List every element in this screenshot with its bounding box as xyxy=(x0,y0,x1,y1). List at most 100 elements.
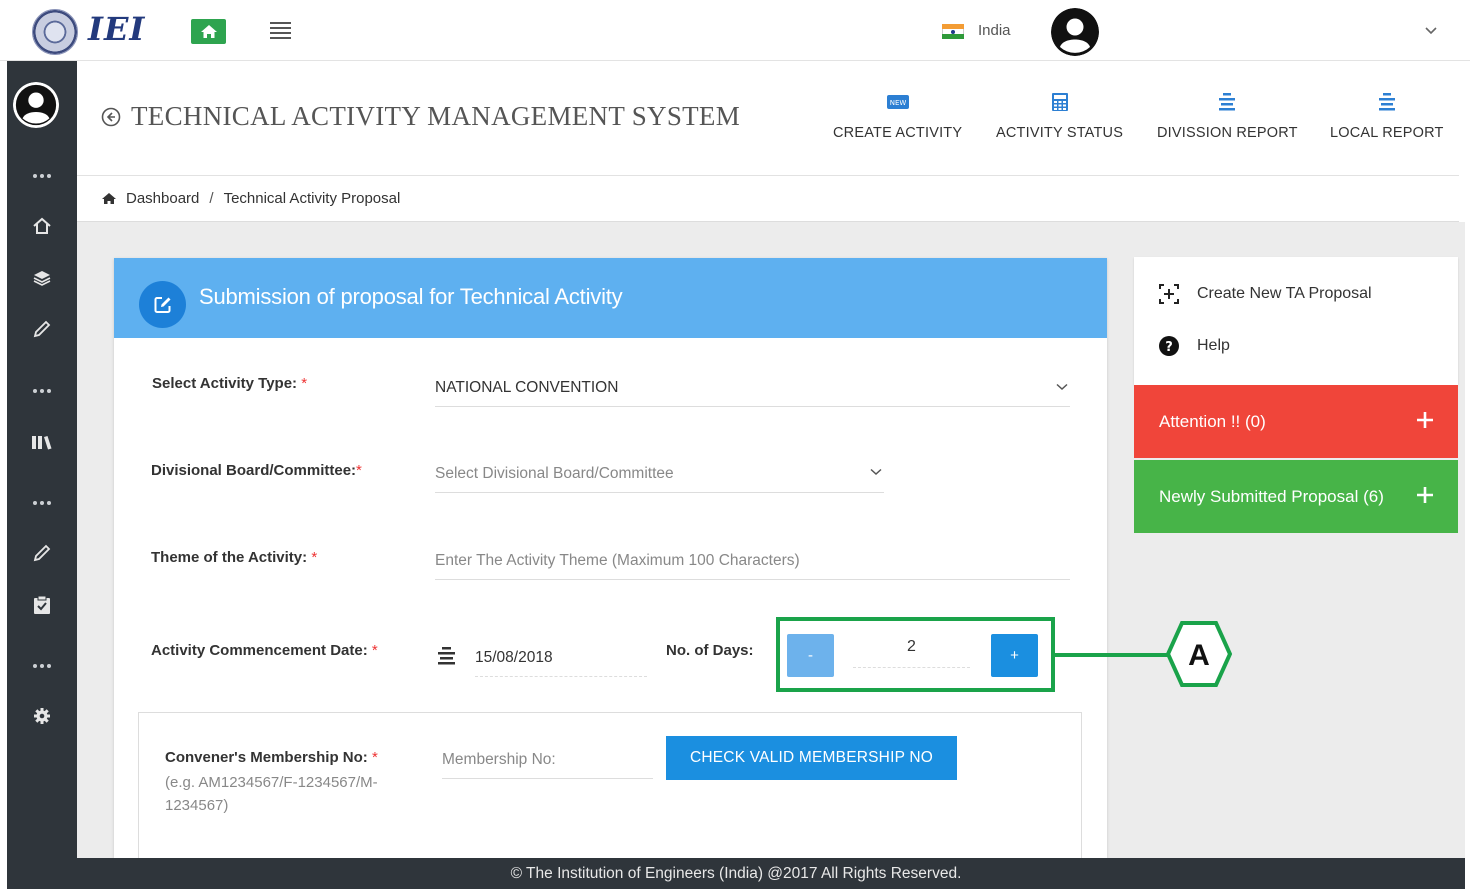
library-icon xyxy=(32,436,52,450)
membership-placeholder: Membership No: xyxy=(442,750,556,768)
home-icon xyxy=(33,217,51,234)
commencement-date-input[interactable]: 15/08/2018 xyxy=(475,640,647,677)
user-avatar[interactable] xyxy=(1051,8,1099,56)
plus-square-icon xyxy=(1159,284,1179,304)
sidebar-item-settings[interactable] xyxy=(29,705,55,727)
create-new-label: Create New TA Proposal xyxy=(1197,285,1372,302)
commencement-date-label: Activity Commencement Date: * xyxy=(151,642,378,659)
card-title: Submission of proposal for Technical Act… xyxy=(199,284,623,309)
breadcrumb-separator: / xyxy=(209,190,214,207)
nav-activity-status[interactable]: ACTIVITY STATUS xyxy=(996,91,1123,141)
label-text: Convener's Membership No: xyxy=(165,749,368,766)
sidebar-section-dots xyxy=(33,388,51,394)
divisional-board-label: Divisional Board/Committee:* xyxy=(151,462,362,479)
list-icon xyxy=(1219,93,1236,111)
svg-text:?: ? xyxy=(1165,340,1173,355)
card-header: Submission of proposal for Technical Act… xyxy=(114,258,1107,338)
nav-divission-report[interactable]: DIVISSION REPORT xyxy=(1157,91,1298,141)
commencement-date-value: 15/08/2018 xyxy=(475,649,553,666)
home-button[interactable] xyxy=(191,19,226,44)
menu-toggle-icon[interactable] xyxy=(270,22,291,39)
label-text: Theme of the Activity: xyxy=(151,549,308,566)
nav-local-report[interactable]: LOCAL REPORT xyxy=(1330,91,1444,141)
layers-icon xyxy=(33,271,51,286)
nav-label: ACTIVITY STATUS xyxy=(996,125,1124,141)
days-label: No. of Days: xyxy=(666,642,754,659)
system-title-text: TECHNICAL ACTIVITY MANAGEMENT SYSTEM xyxy=(131,101,741,131)
country-label[interactable]: India xyxy=(978,22,1011,39)
list-icon xyxy=(1378,93,1395,111)
top-bar: IEI India xyxy=(0,0,1470,61)
required-marker: * xyxy=(311,549,318,566)
chevron-down-icon[interactable] xyxy=(1424,24,1438,36)
calendar-list-icon[interactable] xyxy=(437,646,456,666)
logo-text[interactable]: IEI xyxy=(88,10,145,48)
user-icon xyxy=(1051,8,1099,56)
question-circle-icon: ? xyxy=(1159,336,1179,356)
membership-label: Convener's Membership No: * xyxy=(165,749,378,766)
pencil-icon xyxy=(33,320,51,338)
breadcrumb-current: Technical Activity Proposal xyxy=(223,190,401,207)
required-marker: * xyxy=(371,642,378,659)
attention-bar[interactable]: Attention !! (0) xyxy=(1134,385,1458,458)
edit-square-icon xyxy=(139,281,186,328)
required-marker: * xyxy=(301,375,308,392)
membership-input[interactable]: Membership No: xyxy=(442,741,653,779)
nav-create-activity[interactable]: NEW CREATE ACTIVITY xyxy=(833,91,962,141)
new-badge-icon: NEW xyxy=(886,95,909,109)
system-title: TECHNICAL ACTIVITY MANAGEMENT SYSTEM xyxy=(101,101,740,132)
calculator-icon xyxy=(1051,93,1068,111)
check-membership-button[interactable]: CHECK VALID MEMBERSHIP NO xyxy=(666,736,957,780)
sidebar-item-layers[interactable] xyxy=(29,267,55,289)
callout-badge: A xyxy=(1166,621,1232,687)
membership-hint: (e.g. AM1234567/F-1234567/M-1234567) xyxy=(165,774,378,814)
theme-label: Theme of the Activity: * xyxy=(151,549,317,566)
sidebar-item-clipboard[interactable] xyxy=(29,594,55,616)
help-label: Help xyxy=(1197,337,1230,354)
theme-input[interactable]: Enter The Activity Theme (Maximum 100 Ch… xyxy=(435,542,1070,580)
sidebar-item-home[interactable] xyxy=(29,215,55,237)
create-new-proposal-link[interactable]: Create New TA Proposal xyxy=(1158,283,1372,305)
breadcrumb: Dashboard / Technical Activity Proposal xyxy=(77,176,1459,222)
gear-icon xyxy=(34,708,50,724)
nav-label: CREATE ACTIVITY xyxy=(833,125,963,141)
attention-label: Attention !! (0) xyxy=(1159,411,1266,431)
activity-type-select[interactable]: NATIONAL CONVENTION xyxy=(435,370,1070,407)
label-text: Activity Commencement Date: xyxy=(151,642,368,659)
india-flag-icon xyxy=(942,24,964,39)
clipboard-check-icon xyxy=(34,595,50,614)
chevron-down-icon xyxy=(870,468,882,476)
institution-seal-logo[interactable] xyxy=(32,9,78,55)
sidebar-item-write[interactable] xyxy=(29,542,55,564)
nav-label: LOCAL REPORT xyxy=(1330,125,1444,141)
divisional-board-select[interactable]: Select Divisional Board/Committee xyxy=(435,455,884,493)
chevron-down-icon xyxy=(1056,383,1068,391)
svg-text:NEW: NEW xyxy=(889,99,906,107)
page-header: TECHNICAL ACTIVITY MANAGEMENT SYSTEM NEW… xyxy=(77,61,1459,176)
callout-letter: A xyxy=(1188,639,1210,672)
sidebar xyxy=(7,61,77,889)
required-marker: * xyxy=(371,749,378,766)
expand-plus-icon[interactable] xyxy=(1416,486,1434,504)
theme-placeholder: Enter The Activity Theme (Maximum 100 Ch… xyxy=(435,551,800,569)
help-link[interactable]: ? Help xyxy=(1158,335,1230,357)
home-icon xyxy=(102,193,116,204)
newly-submitted-bar[interactable]: Newly Submitted Proposal (6) xyxy=(1134,460,1458,533)
sidebar-avatar[interactable] xyxy=(13,82,59,128)
sidebar-item-library[interactable] xyxy=(29,431,55,453)
footer: © The Institution of Engineers (India) @… xyxy=(7,858,1465,889)
sidebar-section-dots xyxy=(33,173,51,179)
pencil-icon xyxy=(33,544,51,562)
label-text: Select Activity Type: xyxy=(152,375,298,392)
sidebar-item-edit[interactable] xyxy=(29,318,55,340)
home-icon xyxy=(200,25,217,38)
activity-type-label: Select Activity Type: * xyxy=(152,375,307,392)
expand-plus-icon[interactable] xyxy=(1416,411,1434,429)
activity-type-value: NATIONAL CONVENTION xyxy=(435,379,619,396)
sidebar-section-dots xyxy=(33,500,51,506)
breadcrumb-dashboard-link[interactable]: Dashboard xyxy=(126,190,199,207)
divisional-board-placeholder: Select Divisional Board/Committee xyxy=(435,464,674,482)
quick-actions-panel: Create New TA Proposal ? Help xyxy=(1134,257,1458,385)
callout-highlight-box xyxy=(776,617,1055,692)
user-icon xyxy=(13,82,59,128)
